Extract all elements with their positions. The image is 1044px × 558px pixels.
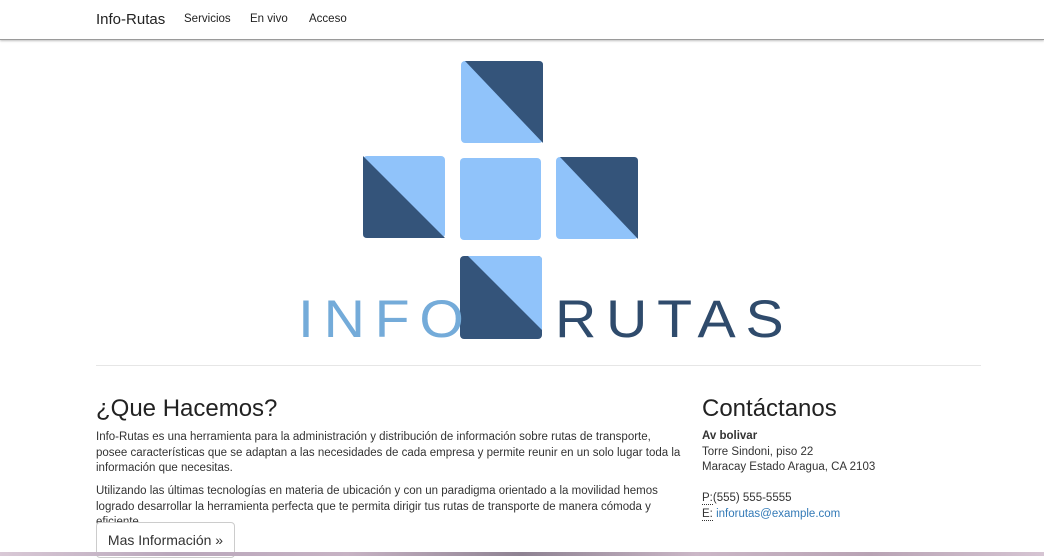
logo-text-info: INFO xyxy=(298,290,474,349)
logo-tile-right xyxy=(556,157,638,239)
nav-link-servicios[interactable]: Servicios xyxy=(184,13,231,25)
email-line: E: inforutas@example.com xyxy=(702,507,840,523)
what-we-do-heading: ¿Que Hacemos? xyxy=(96,395,278,422)
top-navbar: Info-Rutas Servicios En vivo Acceso xyxy=(0,0,1044,40)
bottom-edge-strip xyxy=(0,552,1044,556)
email-link[interactable]: inforutas@example.com xyxy=(716,508,840,520)
nav-link-en-vivo[interactable]: En vivo xyxy=(250,13,288,25)
phone-line: P:(555) 555-5555 xyxy=(702,491,792,507)
address-line-2: Maracay Estado Aragua, CA 2103 xyxy=(702,461,876,473)
address-name: Av bolivar xyxy=(702,430,758,442)
logo-tile-top xyxy=(461,61,543,143)
phone-number: (555) 555-5555 xyxy=(712,492,792,504)
logo-tile-center xyxy=(460,158,541,240)
logo-tile-left xyxy=(363,156,445,238)
address-line-1: Torre Sindoni, piso 22 xyxy=(702,446,814,458)
nav-link-acceso[interactable]: Acceso xyxy=(309,13,347,25)
logo-text-rutas: RUTAS xyxy=(555,290,794,349)
email-label: E: xyxy=(702,508,713,521)
brand-link[interactable]: Info-Rutas xyxy=(96,11,165,28)
contact-heading: Contáctanos xyxy=(702,395,837,422)
section-divider xyxy=(96,365,981,366)
phone-label: P: xyxy=(702,492,713,505)
what-we-do-paragraph-1: Info-Rutas es una herramienta para la ad… xyxy=(96,431,681,474)
